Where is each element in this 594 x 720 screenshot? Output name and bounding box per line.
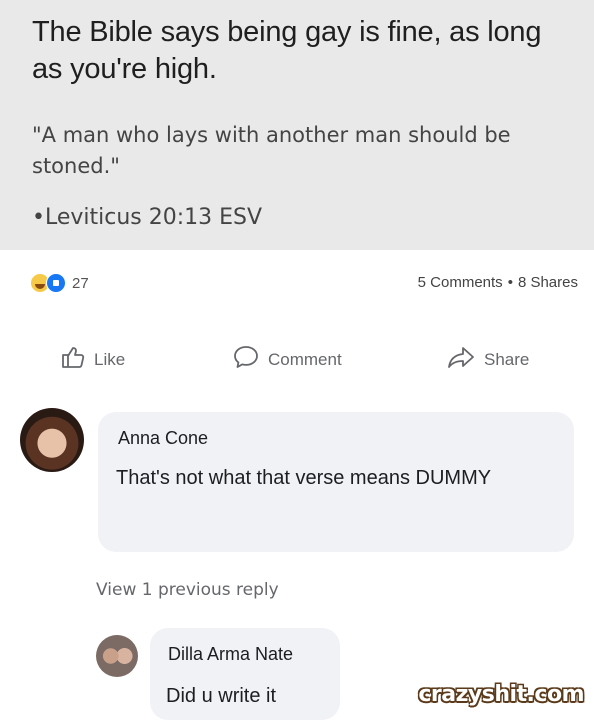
avatar[interactable] — [96, 635, 138, 677]
reply-bubble: Dilla Arma Nate Did u write it — [150, 628, 340, 720]
reaction-count: 27 — [72, 274, 89, 292]
share-button[interactable]: Share — [446, 344, 529, 375]
engagement-counts: 5 Comments • 8 Shares — [418, 274, 578, 291]
comment-text: Did u write it — [166, 685, 277, 707]
like-label: Like — [94, 349, 126, 369]
comment-button[interactable]: Comment — [232, 344, 342, 375]
post-actions: Like Comment Share — [0, 336, 594, 380]
comment-text: That's not what that verse means DUMMY — [116, 467, 492, 489]
comment-author[interactable]: Dilla Arma Nate — [168, 644, 293, 665]
share-arrow-icon — [446, 344, 484, 375]
shares-count-link[interactable]: 8 Shares — [518, 274, 578, 291]
avatar[interactable] — [20, 408, 84, 472]
comment-author[interactable]: Anna Cone — [118, 428, 208, 449]
post-headline: The Bible says being gay is fine, as lon… — [32, 16, 542, 85]
comment-label: Comment — [268, 349, 342, 369]
thumbs-up-icon — [60, 344, 94, 375]
post-citation: •Leviticus 20:13 ESV — [32, 205, 263, 230]
reactions-summary[interactable]: 27 — [30, 272, 89, 294]
like-button[interactable]: Like — [60, 344, 125, 375]
like-reaction-icon — [46, 273, 66, 293]
post-text-card: The Bible says being gay is fine, as lon… — [0, 0, 594, 250]
speech-bubble-icon — [232, 344, 268, 375]
view-previous-replies-link[interactable]: View 1 previous reply — [96, 580, 279, 600]
comment-bubble: Anna Cone That's not what that verse mea… — [98, 412, 574, 552]
counts-separator: • — [507, 274, 513, 291]
site-watermark: crazyshit.com — [418, 682, 584, 707]
share-label: Share — [484, 349, 530, 369]
post-stats: 27 5 Comments • 8 Shares — [30, 270, 578, 296]
comments-count-link[interactable]: 5 Comments — [418, 274, 503, 291]
post-quote: "A man who lays with another man should … — [32, 123, 511, 178]
